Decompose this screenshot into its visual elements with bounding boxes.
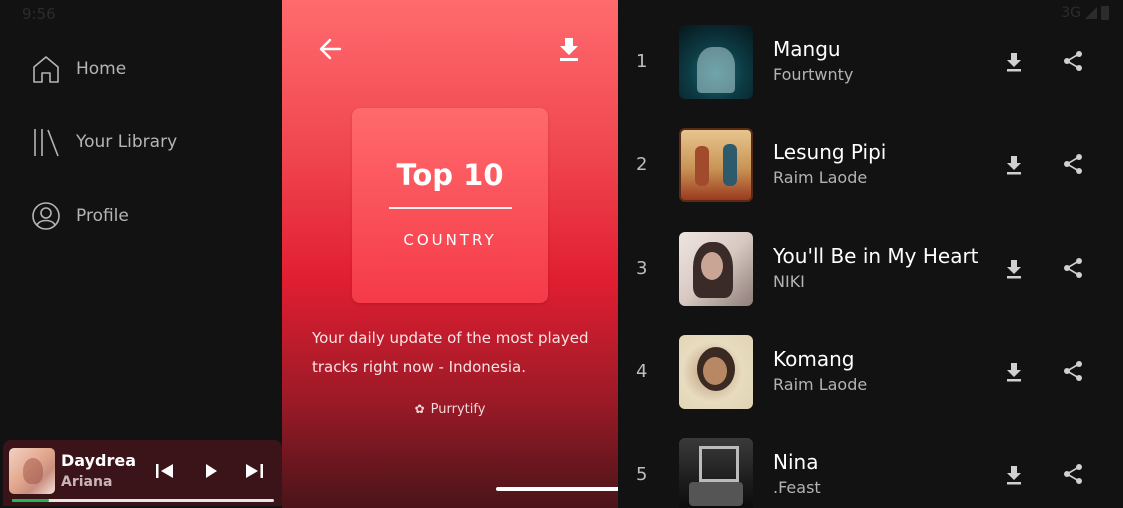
track-number: 3 [636, 258, 648, 279]
back-arrow-icon[interactable] [318, 36, 344, 62]
list-item[interactable]: 1 Mangu Fourtwnty [618, 25, 1123, 101]
sidebar-item-label: Your Library [76, 132, 178, 152]
track-artwork [679, 128, 753, 202]
track-artist: NIKI [773, 272, 805, 291]
sidebar-item-label: Profile [76, 206, 129, 226]
share-icon[interactable] [1062, 153, 1084, 175]
track-title: Mangu [773, 37, 841, 61]
playback-progress-fill [12, 499, 49, 502]
list-item[interactable]: 4 Komang Raim Laode [618, 335, 1123, 411]
sidebar: Home Your Library Profile Daydrea Ariana [0, 0, 282, 508]
share-icon[interactable] [1062, 257, 1084, 279]
owner-name[interactable]: Purrytify [431, 402, 486, 417]
track-artwork [679, 25, 753, 99]
track-artwork [679, 335, 753, 409]
download-icon[interactable] [1004, 154, 1024, 176]
download-icon[interactable] [1004, 258, 1024, 280]
track-number: 5 [636, 464, 648, 485]
sidebar-item-library[interactable]: Your Library [30, 126, 177, 158]
share-icon[interactable] [1062, 360, 1084, 382]
sidebar-item-home[interactable]: Home [30, 53, 126, 85]
track-number: 1 [636, 51, 648, 72]
sidebar-item-label: Home [76, 59, 127, 79]
home-indicator[interactable] [496, 487, 628, 491]
track-number: 4 [636, 361, 648, 382]
mini-player[interactable]: Daydrea Ariana [3, 440, 282, 506]
download-icon[interactable] [1004, 361, 1024, 383]
track-artwork [679, 232, 753, 306]
track-number: 2 [636, 154, 648, 175]
previous-track-icon[interactable] [153, 460, 177, 482]
cover-divider [389, 207, 512, 209]
now-playing-title: Daydrea [61, 451, 137, 470]
playlist-description: Your daily update of the most played tra… [312, 329, 589, 376]
share-icon[interactable] [1062, 50, 1084, 72]
cover-title: Top 10 [396, 158, 504, 192]
download-icon[interactable] [1004, 464, 1024, 486]
now-playing-artwork [9, 448, 55, 494]
list-item[interactable]: 3 You'll Be in My Heart NIKI [618, 232, 1123, 308]
track-title: Lesung Pipi [773, 140, 887, 164]
cat-logo-icon: ✿ [414, 402, 425, 416]
playlist-header-panel: Top 10 COUNTRY Your daily update of the … [282, 0, 628, 508]
playlist-owner: ✿ Purrytify [282, 402, 618, 417]
playback-progress-bar[interactable] [12, 499, 274, 502]
track-title: Nina [773, 450, 819, 474]
now-playing-artist: Ariana [61, 474, 113, 490]
track-list: 1 Mangu Fourtwnty 2 Lesung Pipi Raim Lao… [618, 0, 1123, 508]
track-title: You'll Be in My Heart [773, 244, 979, 268]
playlist-cover: Top 10 COUNTRY [352, 108, 548, 303]
list-item[interactable]: 2 Lesung Pipi Raim Laode [618, 128, 1123, 204]
download-icon[interactable] [1004, 51, 1024, 73]
cover-subtitle: COUNTRY [403, 231, 497, 249]
sidebar-item-profile[interactable]: Profile [30, 200, 129, 232]
track-artist: .Feast [773, 478, 821, 497]
share-icon[interactable] [1062, 463, 1084, 485]
home-icon [33, 56, 59, 83]
track-artist: Fourtwnty [773, 65, 854, 84]
library-icon [34, 129, 59, 157]
play-icon[interactable] [199, 460, 223, 482]
profile-icon [32, 202, 60, 230]
track-artwork [679, 438, 753, 508]
track-artist: Raim Laode [773, 168, 868, 187]
track-artist: Raim Laode [773, 375, 868, 394]
list-item[interactable]: 5 Nina .Feast [618, 438, 1123, 508]
download-icon[interactable] [557, 36, 581, 62]
next-track-icon[interactable] [242, 460, 266, 482]
track-title: Komang [773, 347, 855, 371]
